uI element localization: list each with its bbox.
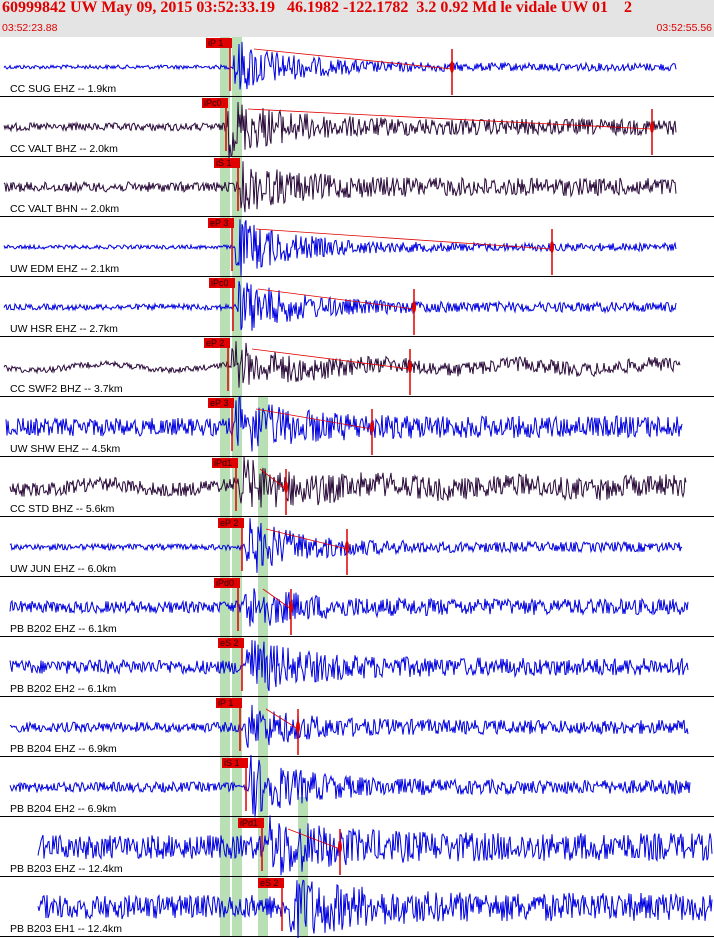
phase-pick-label: iPc0 bbox=[204, 98, 222, 108]
coda-decay-line bbox=[247, 108, 653, 130]
trace-label: CC SWF2 BHZ -- 3.7km bbox=[10, 383, 123, 395]
phase-pick-label: iS 1 bbox=[224, 758, 240, 768]
trace-label: PB B203 EHZ -- 12.4km bbox=[10, 863, 123, 875]
trace-panel: iP 1 PB B204 EHZ -- 6.9km bbox=[0, 698, 714, 757]
phase-pick-label: iPd1 bbox=[214, 458, 232, 468]
trace-label: PB B202 EHZ -- 6.1km bbox=[10, 623, 117, 635]
phase-pick-label: iS 1 bbox=[216, 158, 232, 168]
phase-pick-label: eS 2 bbox=[220, 638, 239, 648]
waveform-trace bbox=[3, 341, 681, 388]
phase-pick-label: eS 2 bbox=[260, 878, 279, 888]
end-time: 03:52:55.56 bbox=[656, 22, 712, 34]
trace-label: PB B202 EH2 -- 6.1km bbox=[10, 683, 116, 695]
trace-label: UW JUN EHZ -- 6.0km bbox=[10, 563, 116, 575]
coda-marker-dot bbox=[370, 421, 374, 433]
phase-pick-label: eP 2 bbox=[220, 518, 238, 528]
trace-panel: iPd1 CC STD BHZ -- 5.6km bbox=[0, 456, 714, 517]
seismogram-plot: iP 1 CC SUG EHZ -- 1.9km iPc0 CC VALT BHZ -… bbox=[0, 37, 714, 938]
trace-label: UW EDM EHZ -- 2.1km bbox=[10, 263, 119, 275]
trace-label: CC SUG EHZ -- 1.9km bbox=[10, 83, 116, 95]
trace-panel: eP 2 UW JUN EHZ -- 6.0km bbox=[0, 518, 714, 577]
trace-panel: iS 1 CC VALT BHN -- 2.0km bbox=[0, 158, 714, 217]
trace-panel: iP 1 CC SUG EHZ -- 1.9km bbox=[0, 38, 714, 97]
trace-panel: eP 2 CC SWF2 BHZ -- 3.7km bbox=[0, 338, 714, 397]
trace-label: CC VALT BHZ -- 2.0km bbox=[10, 143, 118, 155]
phase-pick-label: iPd0 bbox=[216, 578, 234, 588]
event-title: 60999842 UW May 09, 2015 03:52:33.19 46.… bbox=[2, 0, 633, 16]
waveform-trace bbox=[9, 588, 689, 627]
coda-marker-dot bbox=[450, 61, 454, 73]
waveform-trace bbox=[9, 456, 687, 508]
coda-marker-dot bbox=[284, 481, 288, 493]
coda-marker-dot bbox=[650, 121, 654, 133]
phase-pick-label: iPd1 bbox=[240, 818, 258, 828]
waveform-trace bbox=[9, 704, 689, 748]
phase-pick-label: iPc0 bbox=[211, 278, 229, 288]
trace-label: UW SHW EHZ -- 4.5km bbox=[10, 443, 120, 455]
trace-panel: eP 3 UW EDM EHZ -- 2.1km bbox=[0, 218, 714, 277]
coda-marker-dot bbox=[550, 241, 554, 253]
coda-marker-dot bbox=[345, 541, 349, 553]
phase-pick-label: eP 2 bbox=[206, 338, 224, 348]
trace-panel: iPc0 UW HSR EHZ -- 2.7km bbox=[0, 278, 714, 337]
phase-pick-label: iP 1 bbox=[208, 38, 223, 48]
coda-marker-dot bbox=[289, 601, 293, 613]
phase-pick-label: eP 3 bbox=[210, 218, 228, 228]
trace-label: CC VALT BHN -- 2.0km bbox=[10, 203, 119, 215]
trace-panel: iS 1 PB B204 EH2 -- 6.9km bbox=[0, 754, 714, 818]
header-bar: 60999842 UW May 09, 2015 03:52:33.19 46.… bbox=[0, 0, 714, 37]
start-time: 03:52:23.88 bbox=[2, 22, 58, 34]
trace-label: UW HSR EHZ -- 2.7km bbox=[10, 323, 118, 335]
trace-panel: eP 3 UW SHW EHZ -- 4.5km bbox=[0, 395, 714, 457]
trace-label: PB B204 EHZ -- 6.9km bbox=[10, 743, 117, 755]
coda-marker-dot bbox=[338, 841, 342, 853]
coda-marker-dot bbox=[412, 301, 416, 313]
waveform-trace bbox=[37, 815, 713, 876]
coda-marker-dot bbox=[296, 721, 300, 733]
phase-pick-label: eP 3 bbox=[210, 398, 228, 408]
trace-panel: iPd0 PB B202 EHZ -- 6.1km bbox=[0, 578, 714, 637]
trace-label: CC STD BHZ -- 5.6km bbox=[10, 503, 115, 515]
trace-panel: iPd1 PB B203 EHZ -- 12.4km bbox=[0, 815, 714, 877]
waveform-trace bbox=[37, 879, 713, 938]
trace-label: PB B203 EH1 -- 12.4km bbox=[10, 923, 122, 935]
trace-panel: eS 2 PB B202 EH2 -- 6.1km bbox=[0, 638, 714, 697]
trace-panel: eS 2 PB B203 EH1 -- 12.4km bbox=[0, 878, 714, 938]
trace-label: PB B204 EH2 -- 6.9km bbox=[10, 803, 116, 815]
phase-pick-label: iP 1 bbox=[218, 698, 233, 708]
trace-panel: iPc0 CC VALT BHZ -- 2.0km bbox=[0, 98, 714, 159]
coda-marker-dot bbox=[408, 361, 412, 373]
